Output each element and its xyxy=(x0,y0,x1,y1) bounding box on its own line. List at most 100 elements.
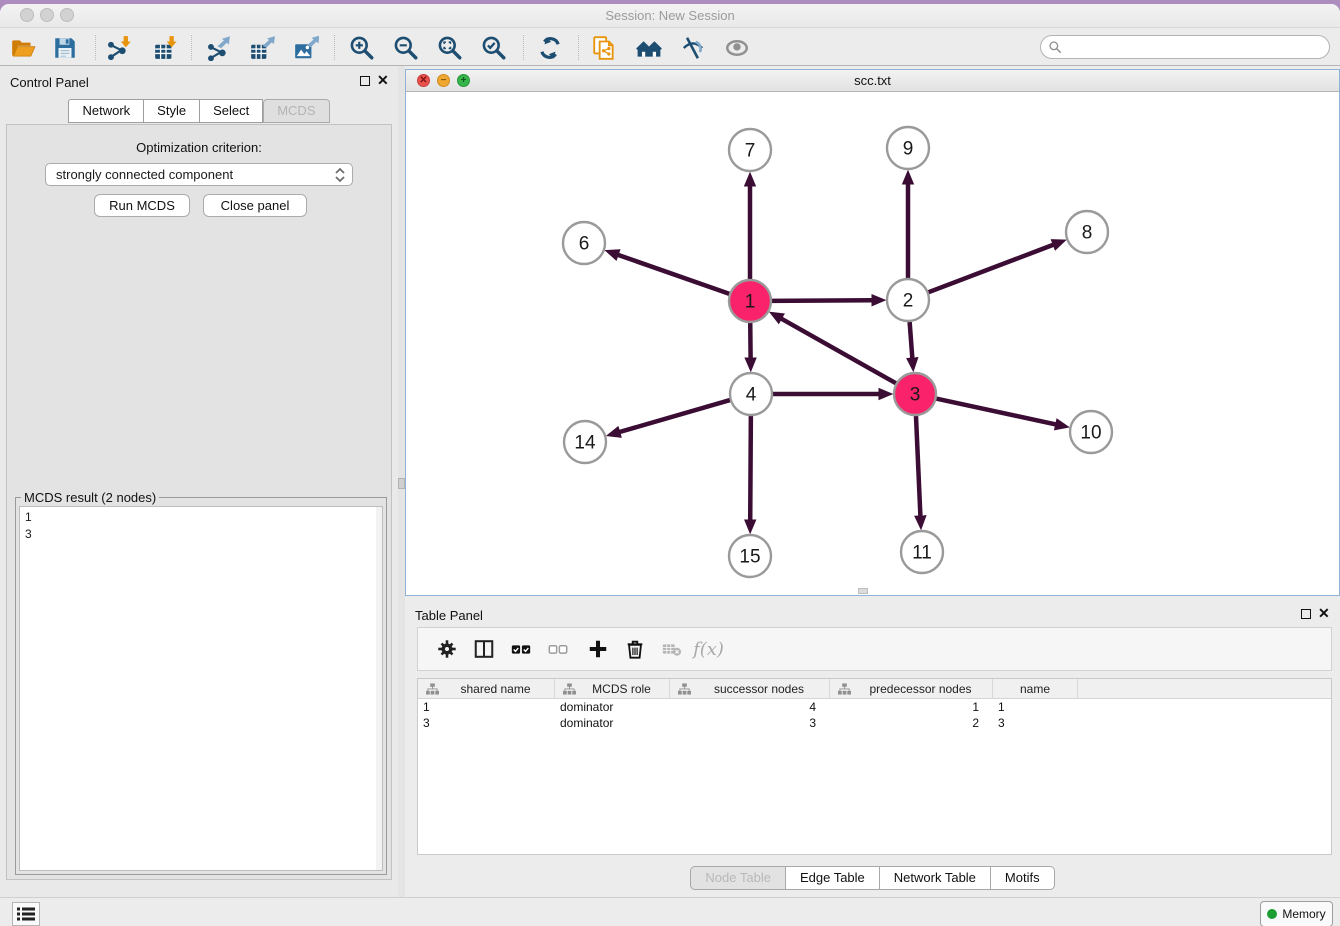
export-network-button[interactable] xyxy=(203,34,233,62)
column-header-label: MCDS role xyxy=(578,682,665,696)
show-all-button[interactable] xyxy=(722,34,752,62)
table-header-row: shared name MCDS role successor nodes prede… xyxy=(418,679,1331,699)
table-tabs: Node Table Edge Table Network Table Moti… xyxy=(405,866,1340,890)
close-panel-icon[interactable]: ✕ xyxy=(377,72,389,89)
network-titlebar: ✕ − + scc.txt xyxy=(406,70,1339,92)
tab-motifs[interactable]: Motifs xyxy=(990,866,1055,890)
column-header-label: successor nodes xyxy=(693,682,825,696)
create-column-button[interactable] xyxy=(579,634,616,664)
graph-edge-1-2[interactable] xyxy=(771,300,872,301)
run-mcds-button[interactable]: Run MCDS xyxy=(94,194,190,217)
task-history-button[interactable] xyxy=(12,902,40,926)
zoom-out-button[interactable] xyxy=(391,34,421,62)
table-cell[interactable]: 1 xyxy=(830,699,993,715)
main-toolbar xyxy=(0,29,1340,66)
splitter-handle[interactable] xyxy=(398,478,405,489)
import-network-button[interactable] xyxy=(103,34,133,62)
close-panel-button[interactable]: Close panel xyxy=(203,194,307,217)
unchecked-boxes-icon xyxy=(547,638,569,660)
panel-splitter[interactable] xyxy=(398,66,405,897)
table-body: 1dominator4113dominator323 xyxy=(418,699,1331,731)
result-scrollbar[interactable] xyxy=(376,507,382,870)
table-cell[interactable]: 3 xyxy=(670,715,830,731)
refresh-view-button[interactable] xyxy=(535,34,565,62)
tab-network[interactable]: Network xyxy=(68,99,143,123)
export-table-icon xyxy=(249,35,275,61)
table-cell[interactable]: dominator xyxy=(555,699,670,715)
graph-node-label-6: 6 xyxy=(579,234,590,255)
tab-select[interactable]: Select xyxy=(199,99,263,123)
graph-edge-4-15[interactable] xyxy=(750,415,751,520)
toolbar-separator xyxy=(523,35,524,60)
graph-edge-3-1[interactable] xyxy=(781,319,896,384)
column-header-name[interactable]: name xyxy=(993,679,1078,698)
plus-icon xyxy=(587,638,609,660)
mcds-result-text[interactable]: 1 3 xyxy=(19,506,383,871)
first-neighbors-button[interactable] xyxy=(634,34,664,62)
graph-edge-1-6[interactable] xyxy=(618,255,730,294)
table-cell[interactable]: 1 xyxy=(418,699,555,715)
graph-edge-2-8[interactable] xyxy=(928,245,1054,293)
export-table-button[interactable] xyxy=(247,34,277,62)
tab-network-table[interactable]: Network Table xyxy=(879,866,990,890)
column-header-successor-nodes[interactable]: successor nodes xyxy=(670,679,830,698)
zoom-in-button[interactable] xyxy=(347,34,377,62)
status-bar: Memory xyxy=(0,897,1340,926)
trash-icon xyxy=(624,638,646,660)
table-cell[interactable]: 3 xyxy=(418,715,555,731)
open-file-button[interactable] xyxy=(8,34,38,62)
graph-edge-4-14[interactable] xyxy=(620,400,731,432)
float-panel-icon[interactable] xyxy=(360,76,370,86)
column-header-MCDS-role[interactable]: MCDS role xyxy=(555,679,670,698)
list-icon xyxy=(17,907,35,921)
graph-edge-2-3[interactable] xyxy=(910,321,913,358)
export-image-button[interactable] xyxy=(291,34,321,62)
table-cell[interactable]: dominator xyxy=(555,715,670,731)
column-header-label: name xyxy=(997,682,1073,696)
import-table-icon xyxy=(153,35,179,61)
column-header-label: shared name xyxy=(441,682,550,696)
table-cell[interactable]: 2 xyxy=(830,715,993,731)
criterion-value: strongly connected component xyxy=(56,167,334,182)
network-resize-handle[interactable] xyxy=(858,588,868,594)
graph-edge-3-10[interactable] xyxy=(936,398,1056,424)
unselect-all-columns-button[interactable] xyxy=(539,634,576,664)
tab-mcds[interactable]: MCDS xyxy=(263,99,329,123)
memory-button[interactable]: Memory xyxy=(1260,901,1333,926)
table-cell[interactable]: 1 xyxy=(993,699,1078,715)
hide-selected-button[interactable] xyxy=(678,34,708,62)
column-header-predecessor-nodes[interactable]: predecessor nodes xyxy=(830,679,993,698)
tab-node-table[interactable]: Node Table xyxy=(690,866,785,890)
toolbar-separator xyxy=(95,35,96,60)
graph-edge-3-11[interactable] xyxy=(916,415,920,516)
select-all-columns-button[interactable] xyxy=(502,634,539,664)
table-settings-button[interactable] xyxy=(428,634,465,664)
float-table-panel-icon[interactable] xyxy=(1301,609,1311,619)
search-input[interactable] xyxy=(1062,38,1329,56)
show-column-panel-button[interactable] xyxy=(465,634,502,664)
clone-network-button[interactable] xyxy=(589,34,619,62)
tab-edge-table[interactable]: Edge Table xyxy=(785,866,879,890)
fx-icon: f(x) xyxy=(693,639,724,660)
column-header-shared-name[interactable]: shared name xyxy=(418,679,555,698)
function-builder-button[interactable]: f(x) xyxy=(690,634,727,664)
zoom-selected-button[interactable] xyxy=(479,34,509,62)
table-row[interactable]: 1dominator411 xyxy=(418,699,1331,715)
table-cell[interactable]: 4 xyxy=(670,699,830,715)
save-session-button[interactable] xyxy=(50,34,80,62)
fit-content-button[interactable] xyxy=(435,34,465,62)
close-table-panel-icon[interactable]: ✕ xyxy=(1318,605,1330,622)
table-row[interactable]: 3dominator323 xyxy=(418,715,1331,731)
delete-column-button[interactable] xyxy=(616,634,653,664)
attribute-icon xyxy=(426,683,439,695)
mcds-result-title: MCDS result (2 nodes) xyxy=(21,490,159,505)
import-table-button[interactable] xyxy=(151,34,181,62)
criterion-dropdown[interactable]: strongly connected component xyxy=(45,163,353,186)
delete-table-button[interactable] xyxy=(653,634,690,664)
tab-style[interactable]: Style xyxy=(143,99,199,123)
table-cell[interactable]: 3 xyxy=(993,715,1078,731)
network-window: ✕ − + scc.txt 1234678910111415 xyxy=(405,69,1340,596)
graph-node-label-7: 7 xyxy=(745,141,756,162)
open-folder-icon xyxy=(10,35,36,61)
network-canvas[interactable]: 1234678910111415 xyxy=(406,92,1339,595)
